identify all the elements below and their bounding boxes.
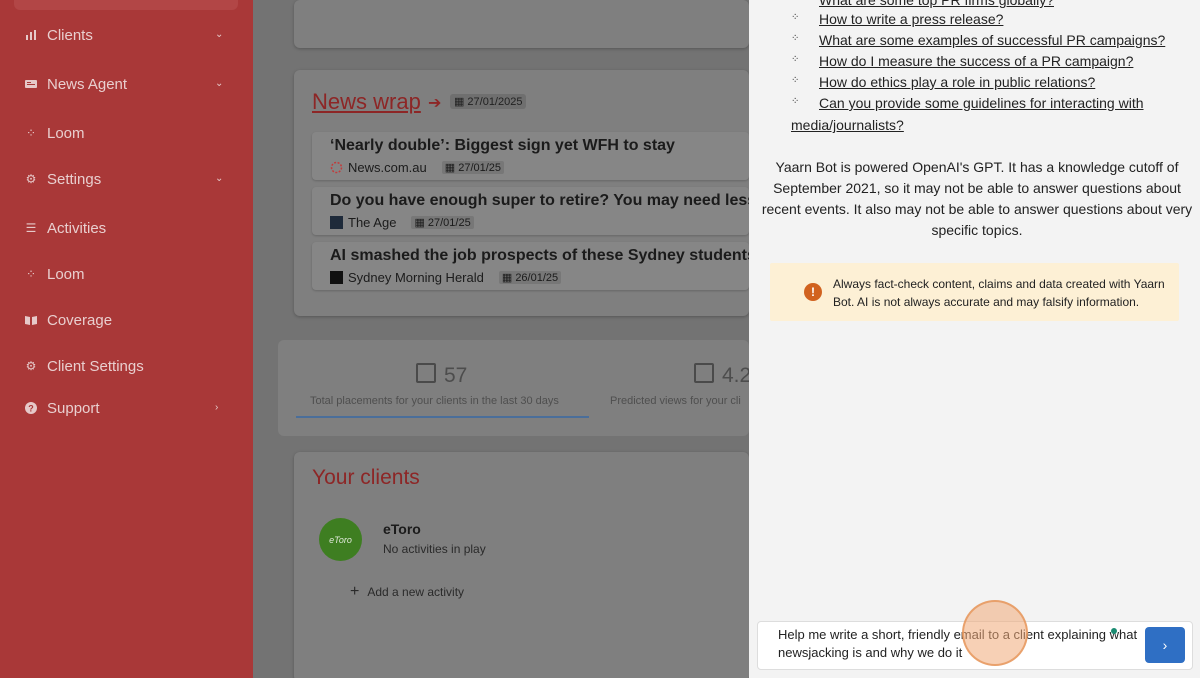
plus-icon: + (350, 583, 360, 600)
sidebar-item-label: Client Settings (47, 357, 144, 375)
article-source: News.com.au ▦ 27/01/25 (330, 160, 505, 175)
news-article[interactable]: ‘Nearly double’: Biggest sign yet WFH to… (312, 132, 749, 180)
status-dot (1111, 628, 1117, 634)
calendar-icon (416, 363, 436, 383)
book-icon (25, 314, 37, 326)
smh-logo-icon (330, 271, 343, 284)
suggested-question-link[interactable]: What are some examples of successful PR … (819, 32, 1165, 48)
sidebar: Clients ⌄ News Agent ⌄ ⁘ Loom ⚙ Settings… (0, 0, 253, 678)
loom-icon: ⁘ (25, 267, 37, 281)
calendar-icon: ▦ (454, 96, 465, 108)
newspaper-icon (25, 78, 37, 90)
article-date-text: 27/01/25 (427, 217, 471, 229)
send-button[interactable]: › (1145, 627, 1185, 663)
suggested-question-continuation[interactable]: media/journalists? (791, 117, 904, 133)
your-clients-title: Your clients (312, 466, 420, 489)
chevron-down-icon: ⌄ (215, 29, 224, 40)
views-label: Predicted views for your cli (610, 395, 741, 407)
loom-icon: ⁘ (791, 12, 800, 23)
arrow-right-icon[interactable]: ➔ (428, 93, 441, 113)
placements-value: 57 (444, 364, 468, 387)
article-date: ▦ 26/01/25 (498, 271, 562, 284)
sidebar-item-label: Loom (47, 124, 85, 142)
sidebar-item-label: Coverage (47, 311, 113, 329)
warning-icon: ! (804, 283, 822, 301)
the-age-logo-icon (330, 216, 343, 229)
suggested-question-link[interactable]: How do ethics play a role in public rela… (819, 74, 1095, 90)
sidebar-item-settings[interactable]: ⚙ Settings ⌄ (0, 161, 253, 197)
chat-panel: ⁘ What are some top PR firms globally? ⁘… (749, 0, 1200, 678)
chat-input-value[interactable]: Help me write a short, friendly email to… (778, 626, 1138, 662)
news-wrap-title[interactable]: News wrap (312, 89, 421, 115)
loom-icon: ⁘ (791, 75, 800, 86)
sidebar-item-clients[interactable]: Clients ⌄ (0, 17, 253, 53)
article-source-name: Sydney Morning Herald (348, 270, 484, 285)
chart-icon (25, 29, 37, 41)
article-date-text: 27/01/25 (458, 162, 502, 174)
loom-icon: ⁘ (25, 126, 37, 140)
chevron-down-icon: ⌄ (215, 173, 224, 184)
warning-text: Always fact-check content, claims and da… (833, 277, 1165, 309)
question-icon: ? (25, 402, 37, 414)
chevron-right-icon: › (1162, 637, 1168, 653)
warning-banner: ! Always fact-check content, claims and … (770, 263, 1179, 321)
suggested-question-link[interactable]: What are some top PR firms globally? (819, 0, 1054, 8)
suggested-question-link[interactable]: How to write a press release? (819, 11, 1003, 27)
sidebar-item-client-settings[interactable]: ⚙ Client Settings (0, 348, 253, 384)
article-source-name: The Age (348, 215, 397, 230)
active-stat-underline (296, 416, 589, 418)
news-article[interactable]: Do you have enough super to retire? You … (312, 187, 749, 235)
list-icon: ☰ (25, 221, 37, 235)
gear-icon: ⚙ (25, 172, 37, 186)
click-indicator (962, 600, 1028, 666)
calendar-icon (694, 363, 714, 383)
article-source: The Age ▦ 27/01/25 (330, 215, 474, 230)
sidebar-item-support[interactable]: ? Support › (0, 390, 253, 426)
add-activity-label: Add a new activity (367, 585, 465, 599)
sidebar-item-loom-2[interactable]: ⁘ Loom (0, 256, 253, 292)
news-wrap-date: ▦ 27/01/2025 (450, 94, 527, 109)
gear-icon: ⚙ (25, 359, 37, 373)
article-headline[interactable]: ‘Nearly double’: Biggest sign yet WFH to… (330, 137, 675, 155)
chevron-down-icon: ⌄ (215, 78, 224, 89)
sidebar-item-coverage[interactable]: Coverage (0, 302, 253, 338)
sidebar-item-loom[interactable]: ⁘ Loom (0, 115, 253, 151)
article-date: ▦ 27/01/25 (441, 161, 505, 174)
sidebar-item-label: News Agent (47, 75, 128, 93)
loom-icon: ⁘ (791, 54, 800, 65)
article-headline[interactable]: Do you have enough super to retire? You … (330, 192, 749, 210)
sidebar-item-activities[interactable]: ☰ Activities (0, 210, 253, 246)
article-date-text: 26/01/25 (515, 272, 559, 284)
sidebar-item-label: Activities (47, 219, 107, 237)
sidebar-item-label: Settings (47, 170, 102, 188)
add-activity-button[interactable]: + Add a new activity (350, 583, 464, 601)
news-wrap-date-text: 27/01/2025 (467, 95, 523, 108)
avatar-text: eToro (329, 534, 352, 545)
sidebar-item-label: Clients (47, 26, 93, 44)
loom-icon: ⁘ (791, 33, 800, 44)
avatar[interactable]: eToro (319, 518, 362, 561)
client-name[interactable]: eToro (383, 521, 421, 537)
bot-info-text: Yaarn Bot is powered OpenAI's GPT. It ha… (761, 159, 1193, 238)
suggested-question-link[interactable]: Can you provide some guidelines for inte… (819, 95, 1144, 111)
article-headline[interactable]: AI smashed the job prospects of these Sy… (330, 247, 749, 265)
views-value: 4.2 (722, 364, 752, 387)
sidebar-item-label: Loom (47, 265, 85, 283)
suggested-question-link[interactable]: How do I measure the success of a PR cam… (819, 53, 1133, 69)
article-source-name: News.com.au (348, 160, 427, 175)
sidebar-item-label: Support (47, 399, 100, 417)
article-source: Sydney Morning Herald ▦ 26/01/25 (330, 270, 562, 285)
article-date: ▦ 27/01/25 (411, 216, 474, 229)
news-article[interactable]: AI smashed the job prospects of these Sy… (312, 242, 749, 290)
news-com-au-logo-icon (330, 161, 343, 174)
svg-text:?: ? (28, 404, 34, 414)
client-status: No activities in play (383, 542, 486, 556)
chevron-right-icon: › (215, 402, 219, 413)
stats-card (278, 340, 749, 436)
top-card (294, 0, 749, 48)
placements-label: Total placements for your clients in the… (310, 395, 559, 407)
sidebar-item-news-agent[interactable]: News Agent ⌄ (0, 66, 253, 102)
loom-icon: ⁘ (791, 96, 800, 107)
sidebar-top-item[interactable] (14, 0, 238, 10)
